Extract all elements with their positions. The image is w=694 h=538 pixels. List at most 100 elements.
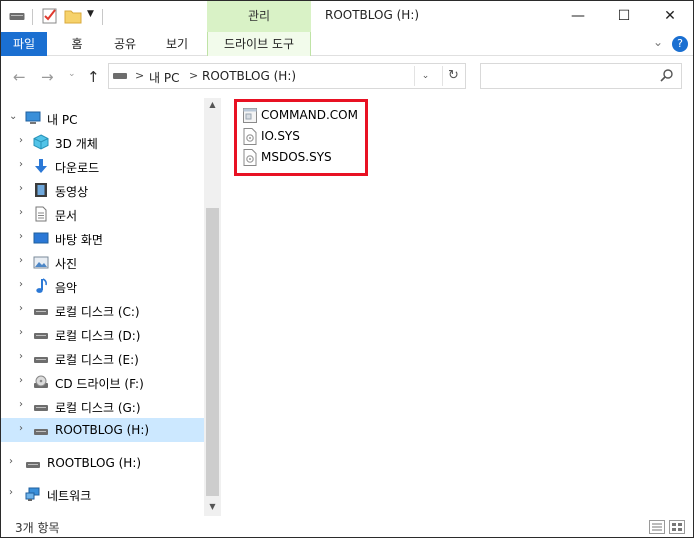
expand-chevron-icon[interactable]: › — [19, 303, 23, 314]
recent-locations-icon[interactable]: ⌄ — [68, 69, 76, 79]
breadcrumb-separator[interactable]: > — [189, 69, 198, 82]
large-icons-view-icon[interactable] — [669, 520, 685, 534]
refresh-icon[interactable]: ↻ — [442, 66, 464, 86]
tree-item-documents[interactable]: › 문서 — [1, 202, 204, 226]
tree-item-music[interactable]: › 음악 — [1, 274, 204, 298]
tab-home[interactable]: 홈 — [58, 32, 96, 56]
drive-icon — [113, 73, 127, 79]
expand-chevron-icon[interactable]: › — [19, 255, 23, 266]
tree-item-drive-c[interactable]: › 로컬 디스크 (C:) — [1, 298, 204, 322]
tree-item-label: 네트워크 — [47, 489, 92, 503]
expand-chevron-icon[interactable]: › — [9, 487, 13, 498]
expand-chevron-icon[interactable]: › — [9, 456, 13, 467]
pictures-icon — [33, 256, 49, 269]
breadcrumb-this-pc[interactable]: 내 PC — [149, 69, 179, 86]
tab-share[interactable]: 공유 — [103, 32, 147, 56]
item-count: 3개 항목 — [15, 521, 60, 535]
pc-icon — [25, 111, 41, 124]
tree-item-desktop[interactable]: › 바탕 화면 — [1, 226, 204, 250]
3d-objects-icon — [33, 134, 49, 150]
tree-item-pictures[interactable]: › 사진 — [1, 250, 204, 274]
tree-item-downloads[interactable]: › 다운로드 — [1, 154, 204, 178]
drive-icon — [34, 429, 48, 435]
video-icon — [35, 183, 47, 197]
expand-chevron-icon[interactable]: › — [19, 423, 23, 434]
desktop-icon — [33, 232, 49, 244]
close-button[interactable]: ✕ — [647, 1, 693, 32]
drive-icon — [34, 357, 48, 363]
new-folder-icon[interactable] — [64, 7, 82, 25]
expand-chevron-icon[interactable]: › — [19, 135, 23, 146]
tree-item-drive-g[interactable]: › 로컬 디스크 (G:) — [1, 394, 204, 418]
minimize-button[interactable]: — — [555, 1, 601, 32]
status-bar: 3개 항목 — [1, 516, 693, 538]
tree-item-label: CD 드라이브 (F:) — [55, 377, 144, 391]
file-list-pane: COMMAND.COM IO.SYS MSDOS.SYS — [221, 98, 693, 516]
expand-chevron-icon[interactable]: › — [19, 375, 23, 386]
music-icon — [36, 278, 47, 293]
collapse-chevron-icon[interactable]: ⌄ — [9, 111, 17, 122]
expand-chevron-icon[interactable]: › — [19, 231, 23, 242]
tree-item-drive-d[interactable]: › 로컬 디스크 (D:) — [1, 322, 204, 346]
tree-item-label: 사진 — [55, 257, 78, 271]
tree-item-3d-objects[interactable]: › 3D 개체 — [1, 130, 204, 154]
quick-access-separator — [102, 9, 103, 25]
expand-ribbon-icon[interactable]: ⌄ — [653, 35, 663, 49]
quick-access-separator — [32, 9, 33, 25]
expand-chevron-icon[interactable]: › — [19, 279, 23, 290]
drive-icon — [34, 333, 48, 339]
maximize-button[interactable]: ☐ — [601, 1, 647, 32]
expand-chevron-icon[interactable]: › — [19, 183, 23, 194]
tree-item-label: 바탕 화면 — [55, 233, 103, 247]
tree-item-rootblog-h[interactable]: › ROOTBLOG (H:) — [1, 418, 204, 442]
search-input[interactable] — [480, 63, 682, 89]
document-icon — [35, 206, 47, 222]
nav-pane-scrollbar[interactable]: ▲ ▼ — [204, 98, 221, 516]
quick-access-dropdown-icon[interactable]: ▼ — [87, 9, 94, 19]
drive-icon — [34, 405, 48, 411]
tree-item-label: ROOTBLOG (H:) — [55, 423, 150, 437]
back-button[interactable]: ← — [13, 68, 26, 86]
address-bar[interactable]: > 내 PC > ROOTBLOG (H:) ⌄ ↻ — [108, 63, 466, 89]
help-icon[interactable]: ? — [672, 36, 688, 52]
tree-item-label: ROOTBLOG (H:) — [47, 456, 142, 470]
expand-chevron-icon[interactable]: › — [19, 207, 23, 218]
expand-chevron-icon[interactable]: › — [19, 327, 23, 338]
tree-item-rootblog-h-root[interactable]: › ROOTBLOG (H:) — [1, 451, 204, 475]
tree-item-videos[interactable]: › 동영상 — [1, 178, 204, 202]
scroll-up-icon[interactable]: ▲ — [204, 100, 221, 109]
tree-item-label: 3D 개체 — [55, 137, 98, 151]
tree-item-drive-e[interactable]: › 로컬 디스크 (E:) — [1, 346, 204, 370]
ribbon-tabs: 파일 홈 공유 보기 드라이브 도구 ⌄ ? — [1, 32, 693, 56]
properties-icon[interactable] — [41, 7, 59, 25]
tree-item-network[interactable]: › 네트워크 — [1, 482, 204, 506]
up-button[interactable]: ↑ — [87, 68, 100, 86]
search-icon — [660, 69, 673, 82]
forward-button[interactable]: → — [41, 68, 54, 86]
tab-drive-tools[interactable]: 드라이브 도구 — [207, 32, 311, 56]
expand-chevron-icon[interactable]: › — [19, 351, 23, 362]
tree-item-label: 로컬 디스크 (G:) — [55, 401, 141, 415]
drive-icon[interactable] — [9, 11, 25, 21]
tree-item-label: 다운로드 — [55, 161, 100, 175]
navigation-pane: ⌄ 내 PC › 3D 개체 › 다운로드 › 동영상 › 문서 › 바탕 화면… — [1, 98, 221, 516]
tree-item-this-pc[interactable]: ⌄ 내 PC — [1, 106, 204, 130]
address-dropdown-icon[interactable]: ⌄ — [414, 66, 436, 86]
breadcrumb-separator[interactable]: > — [135, 69, 144, 82]
explorer-window: ▼ 관리 ROOTBLOG (H:) — ☐ ✕ 파일 홈 공유 보기 드라이브… — [0, 0, 694, 538]
scrollbar-thumb[interactable] — [206, 208, 219, 496]
tab-view[interactable]: 보기 — [154, 32, 200, 56]
details-view-icon[interactable] — [649, 520, 665, 534]
expand-chevron-icon[interactable]: › — [19, 399, 23, 410]
scroll-down-icon[interactable]: ▼ — [204, 502, 221, 511]
tree-item-label: 로컬 디스크 (C:) — [55, 305, 140, 319]
highlight-box — [234, 99, 368, 176]
cd-drive-icon — [34, 375, 48, 388]
tree-item-label: 음악 — [55, 281, 78, 295]
drive-icon — [34, 309, 48, 315]
tree-item-drive-f[interactable]: › CD 드라이브 (F:) — [1, 370, 204, 394]
breadcrumb-current-drive[interactable]: ROOTBLOG (H:) — [202, 69, 296, 83]
tree-item-label: 문서 — [55, 209, 78, 223]
tab-file[interactable]: 파일 — [1, 32, 47, 56]
expand-chevron-icon[interactable]: › — [19, 159, 23, 170]
